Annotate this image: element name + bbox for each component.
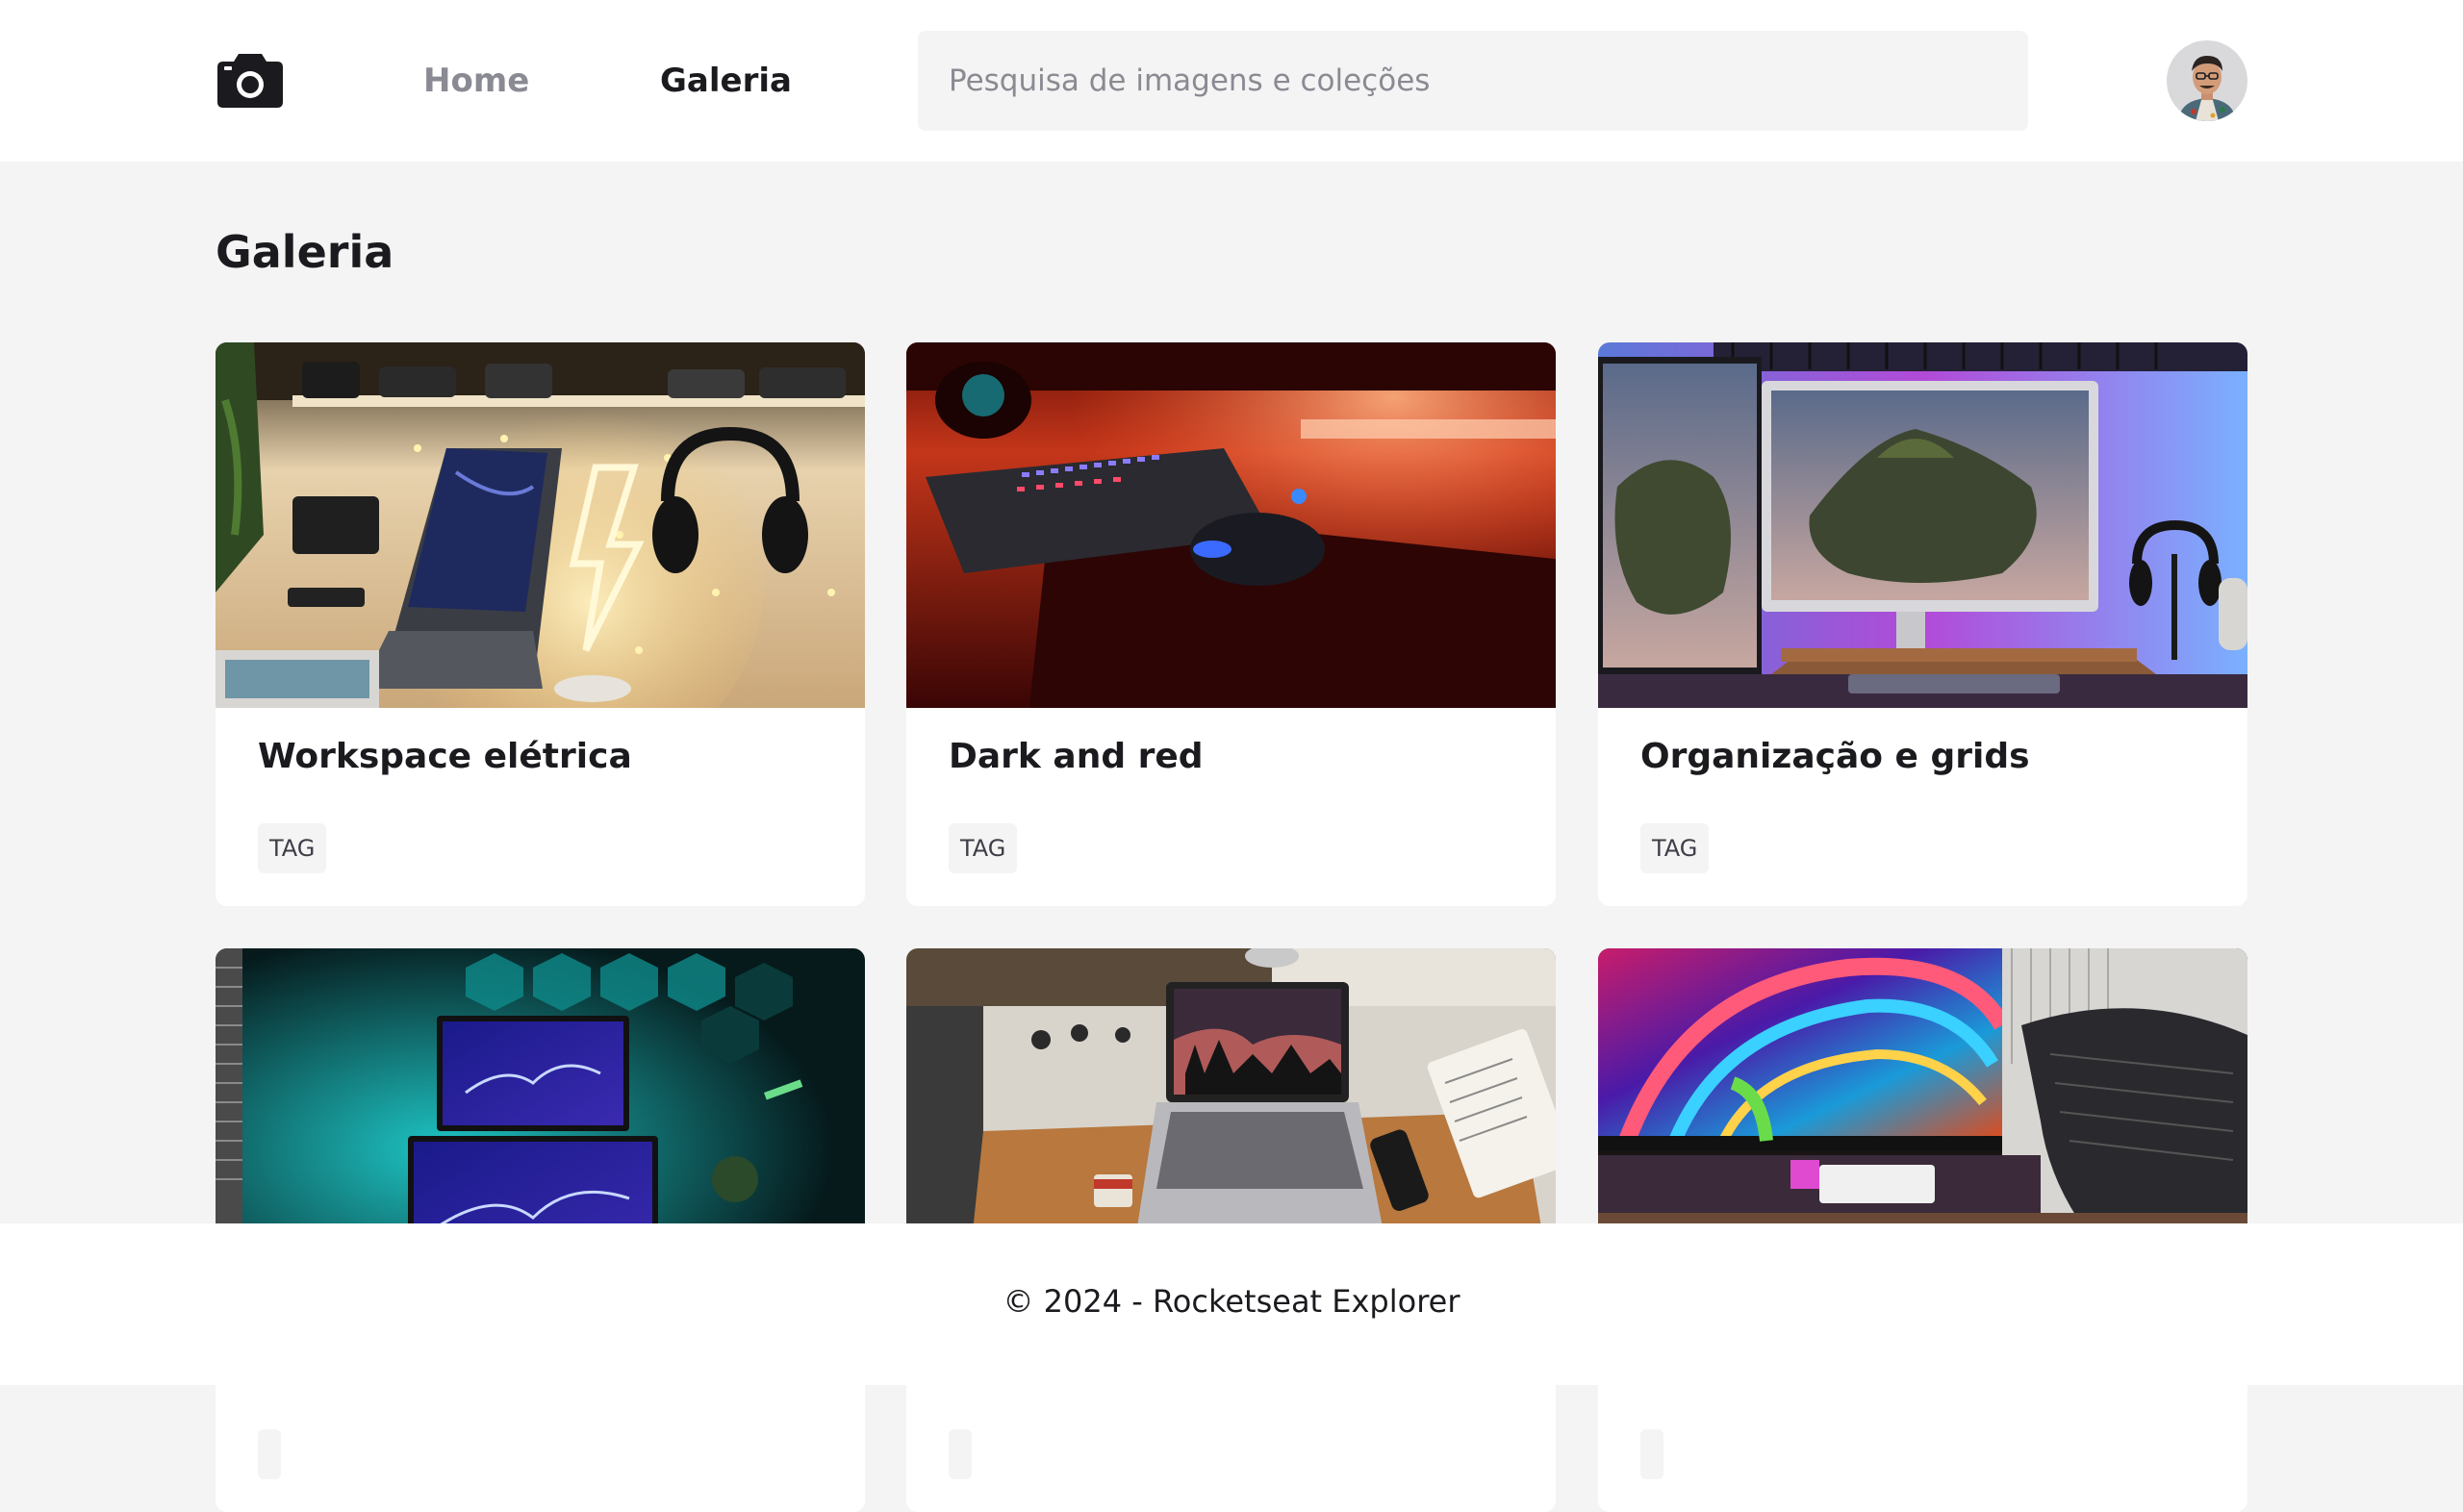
top-header: Home Galeria: [0, 0, 2463, 162]
card-title: Organização e grids: [1640, 737, 2030, 776]
tag-badge: [1640, 1429, 1663, 1479]
user-avatar[interactable]: [2167, 40, 2247, 121]
tag-badge: [949, 1429, 972, 1479]
tag-badge: TAG: [258, 823, 327, 873]
gallery-card[interactable]: Dark and red TAG: [906, 342, 1556, 906]
card-image: [906, 342, 1556, 708]
card-image: [1598, 342, 2247, 708]
card-title: Workspace elétrica: [258, 737, 632, 776]
card-title: Dark and red: [949, 737, 1204, 776]
nav-home-link[interactable]: Home: [423, 60, 529, 102]
nav-gallery-link[interactable]: Galeria: [660, 60, 792, 102]
page-title: Galeria: [216, 226, 394, 278]
page-footer: © 2024 - Rocketseat Explorer: [0, 1223, 2463, 1385]
tag-badge: TAG: [949, 823, 1018, 873]
tag-badge: [258, 1429, 281, 1479]
search-input[interactable]: [918, 31, 2028, 131]
tag-badge: TAG: [1640, 823, 1710, 873]
copyright-text: © 2024 - Rocketseat Explorer: [1003, 1283, 1460, 1320]
card-image: [216, 342, 865, 708]
gallery-card[interactable]: Organização e grids TAG: [1598, 342, 2247, 906]
gallery-card[interactable]: Workspace elétrica TAG: [216, 342, 865, 906]
camera-icon[interactable]: [216, 48, 285, 110]
